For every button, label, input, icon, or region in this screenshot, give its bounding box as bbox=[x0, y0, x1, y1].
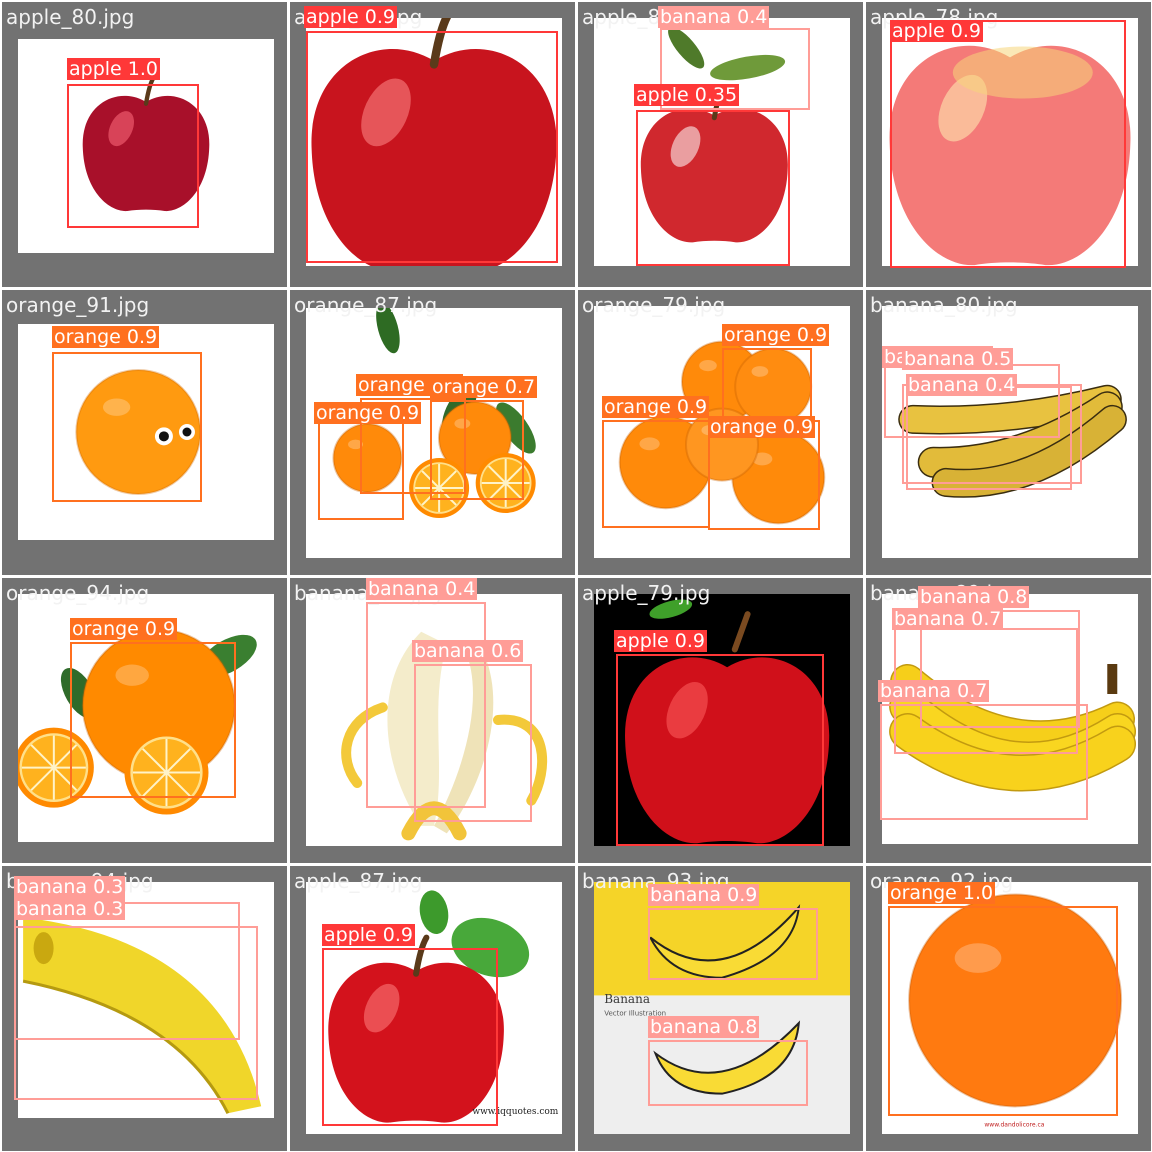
banana-detection-label: banana 0.3 bbox=[14, 898, 126, 920]
image-tile: apple_80.jpgapple 1.0 bbox=[2, 2, 287, 287]
orange-bounding-box bbox=[602, 420, 710, 528]
apple-bounding-box bbox=[616, 654, 824, 846]
apple-detection-label: apple 0.35 bbox=[634, 84, 740, 106]
orange-detection-label: orange 0.9 bbox=[314, 402, 422, 424]
orange-bounding-box bbox=[52, 352, 202, 502]
banana-detection-label: banana 0.6 bbox=[412, 640, 524, 662]
banana-detection-label: banana 0.8 bbox=[648, 1016, 760, 1038]
orange-bounding-box bbox=[430, 400, 524, 500]
file-name: apple_79.jpg bbox=[582, 581, 711, 605]
orange-detection-label: orange 0.9 bbox=[722, 324, 830, 346]
image-tile: orange_94.jpgorange 0.9 bbox=[2, 578, 287, 863]
file-name: apple_80.jpg bbox=[6, 5, 135, 29]
image-tile: www.dandolicore.ca orange_92.jpg orange 1.… bbox=[866, 866, 1151, 1151]
banana-detection-label: banana 0.9 bbox=[648, 884, 760, 906]
image-tile: apple_78.jpg apple 0.9 bbox=[866, 2, 1151, 287]
orange-bounding-box bbox=[70, 642, 236, 798]
vector-title-text: Banana bbox=[604, 992, 650, 1006]
banana-detection-label: banana 0.4 bbox=[658, 6, 770, 28]
orange-bounding-box bbox=[318, 420, 404, 520]
apple-bounding-box bbox=[67, 84, 199, 228]
banana-bounding-box bbox=[414, 664, 532, 822]
apple-bounding-box bbox=[890, 20, 1126, 268]
image-tile: orange_79.jpg orange 0.9 orange 0.9 orange … bbox=[578, 290, 863, 575]
apple-detection-label: apple 0.9 bbox=[614, 630, 707, 652]
banana-detection-label: banana 0.4 bbox=[906, 374, 1018, 396]
file-name: orange_79.jpg bbox=[582, 293, 726, 317]
image-tile: banana_80.jpgbanana 0.5banana 0.4banana … bbox=[866, 290, 1151, 575]
banana-detection-label: banana 0.4 bbox=[366, 578, 478, 600]
orange-detection-label: orange 0.9 bbox=[70, 618, 178, 640]
watermark-text: www.dandolicore.ca bbox=[984, 1121, 1044, 1128]
apple-detection-label: apple 0.9 bbox=[890, 20, 983, 42]
orange-detection-label: orange 1.0 bbox=[888, 882, 996, 904]
banana-bounding-box bbox=[902, 384, 1082, 484]
apple-detection-label: apple 0.9 bbox=[304, 6, 397, 28]
image-tile: apple_82.jpg banana 0.4 apple 0.35 bbox=[578, 2, 863, 287]
orange-detection-label: orange 0.9 bbox=[602, 396, 710, 418]
image-tile: www.iqquotes.com apple_87.jpg apple 0.9 bbox=[290, 866, 575, 1151]
orange-bounding-box bbox=[888, 906, 1118, 1116]
orange-detection-label: orange 0.9 bbox=[52, 326, 160, 348]
image-tile: banana_94.jpgbanana 0.3banana 0.3 bbox=[2, 866, 287, 1151]
image-tile: banana_89.jpgbanana 0.8banana 0.7banana … bbox=[866, 578, 1151, 863]
banana-detection-label: banana 0.5 bbox=[902, 348, 1014, 370]
apple-bounding-box bbox=[322, 948, 498, 1126]
banana-detection-label: banana 0.8 bbox=[918, 586, 1030, 608]
image-tile: orange_87.jpg orange 0.5 orange 0.7 orange … bbox=[290, 290, 575, 575]
file-name: orange_94.jpg bbox=[6, 581, 150, 605]
apple-detection-label: apple 0.9 bbox=[322, 924, 415, 946]
prediction-grid: apple_80.jpgapple 1.0 apple_81.jpgapple … bbox=[0, 0, 1152, 1152]
file-name: banana_80.jpg bbox=[870, 293, 1018, 317]
image-tile: banana_81.jpgbanana 0.4banana 0.6 bbox=[290, 578, 575, 863]
file-name: orange_87.jpg bbox=[294, 293, 438, 317]
file-name: orange_91.jpg bbox=[6, 293, 150, 317]
apple-bounding-box bbox=[306, 31, 558, 263]
image-tile: apple_79.jpgapple 0.9 bbox=[578, 578, 863, 863]
image-tile: apple_81.jpgapple 0.9 bbox=[290, 2, 575, 287]
banana-bounding-box bbox=[14, 926, 258, 1100]
apple-detection-label: apple 1.0 bbox=[67, 58, 160, 80]
orange-detection-label: orange 0.9 bbox=[708, 416, 816, 438]
orange-detection-label: orange 0.7 bbox=[430, 376, 538, 398]
banana-bounding-box bbox=[648, 908, 818, 980]
file-name: apple_87.jpg bbox=[294, 869, 423, 893]
banana-detection-label: banana 0.7 bbox=[878, 680, 990, 702]
banana-bounding-box bbox=[648, 1040, 808, 1106]
banana-detection-label: banana 0.7 bbox=[892, 608, 1004, 630]
apple-bounding-box bbox=[636, 110, 790, 266]
banana-bounding-box bbox=[880, 704, 1088, 820]
image-tile: orange_91.jpgorange 0.9 bbox=[2, 290, 287, 575]
banana-detection-label: banana 0.3 bbox=[14, 876, 126, 898]
image-tile: Banana Vector Illustration banana_93.jpg b… bbox=[578, 866, 863, 1151]
